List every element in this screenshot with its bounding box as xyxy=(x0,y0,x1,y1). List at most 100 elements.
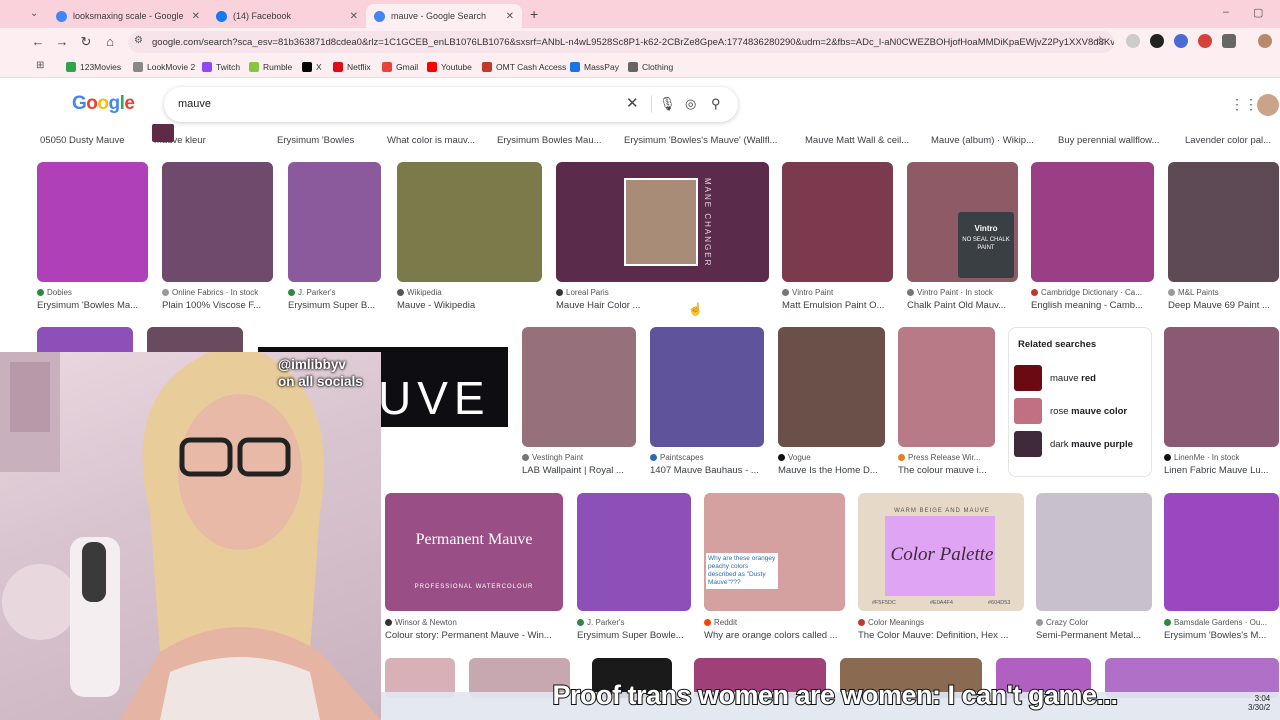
extensions-puzzle-icon[interactable] xyxy=(1222,34,1236,48)
result-source[interactable]: Wikipedia xyxy=(397,287,542,298)
result-caption[interactable]: LAB Wallpaint | Royal ... xyxy=(522,464,636,477)
result-image[interactable] xyxy=(1164,327,1279,447)
result-card[interactable]: Vintro Paint Matt Emulsion Paint O... xyxy=(782,162,893,318)
result-image[interactable] xyxy=(577,493,691,611)
result-caption[interactable]: Why are orange colors called ... xyxy=(704,629,845,642)
apps-grid-icon[interactable]: ⊞ xyxy=(36,60,44,71)
reload-icon[interactable]: ↻ xyxy=(78,34,94,50)
bookmark-item[interactable]: Netflix xyxy=(333,60,371,74)
result-card[interactable]: Press Release Wir... The colour mauve i..… xyxy=(898,327,995,483)
result-image[interactable] xyxy=(782,162,893,282)
result-card[interactable]: Dobies Erysimum 'Bowles Ma... xyxy=(37,162,148,318)
profile-avatar[interactable] xyxy=(1258,34,1272,48)
clear-icon[interactable]: ✕ xyxy=(626,94,639,112)
bookmark-item[interactable]: Youtube xyxy=(427,60,472,74)
bookmark-item[interactable]: 123Movies xyxy=(66,60,121,74)
result-caption[interactable]: Mauve Is the Home D... xyxy=(778,464,885,477)
voice-search-icon[interactable]: 🎙 xyxy=(659,96,676,112)
search-input[interactable]: mauve xyxy=(178,98,211,110)
result-card[interactable]: J. Parker's Erysimum Super B... xyxy=(288,162,381,318)
address-bar[interactable]: google.com/search?sca_esv=81b363871d8cde… xyxy=(128,31,1114,53)
close-icon[interactable]: ✕ xyxy=(192,11,200,22)
bookmark-item[interactable]: LookMovie 2 xyxy=(133,60,195,74)
result-source[interactable]: Color Meanings xyxy=(858,617,1024,628)
lens-search-icon[interactable]: ◎ xyxy=(685,96,696,112)
result-source[interactable]: J. Parker's xyxy=(288,287,381,298)
extension-icon[interactable] xyxy=(1198,34,1212,48)
result-source[interactable]: Dobies xyxy=(37,287,148,298)
result-caption[interactable]: Erysimum Super B... xyxy=(288,299,381,312)
extension-icon[interactable] xyxy=(1150,34,1164,48)
result-source[interactable]: Paintscapes xyxy=(650,452,764,463)
result-caption[interactable]: Erysimum 'Bowles Ma... xyxy=(37,299,148,312)
result-card[interactable]: Wikipedia Mauve - Wikipedia xyxy=(397,162,542,318)
result-caption[interactable]: Deep Mauve 69 Paint ... xyxy=(1168,299,1279,312)
result-card[interactable]: Vestingh Paint LAB Wallpaint | Royal ... xyxy=(522,327,636,483)
google-logo[interactable]: Google xyxy=(72,93,135,115)
result-source[interactable]: Winsor & Newton xyxy=(385,617,563,628)
tab-search-icon[interactable]: ⌄ xyxy=(30,8,38,19)
result-caption[interactable]: The Color Mauve: Definition, Hex ... xyxy=(858,629,1024,642)
result-caption[interactable]: Erysimum 'Bowles's Mauve' (Wallfl... xyxy=(624,134,777,147)
maximize-icon[interactable]: ▢ xyxy=(1253,6,1263,19)
result-source[interactable]: Vintro Paint · In stock xyxy=(907,287,1018,298)
result-image[interactable] xyxy=(704,493,845,611)
result-caption[interactable]: Erysimum Super Bowle... xyxy=(577,629,691,642)
tab-looksmaxing[interactable]: looksmaxing scale - Google Sea ✕ xyxy=(48,4,208,28)
result-caption[interactable]: Plain 100% Viscose F... xyxy=(162,299,273,312)
result-image[interactable] xyxy=(1031,162,1154,282)
result-caption[interactable]: Mauve Hair Color ... xyxy=(556,299,769,312)
tab-facebook[interactable]: (14) Facebook ✕ xyxy=(208,4,366,28)
result-source[interactable]: Online Fabrics · In stock xyxy=(162,287,273,298)
result-thumbnail[interactable] xyxy=(152,124,174,142)
result-caption[interactable]: Mauve (album) · Wikip... xyxy=(931,134,1034,147)
result-card[interactable]: Cambridge Dictionary · Ca... English mean… xyxy=(1031,162,1154,318)
result-card[interactable]: LinenMe · In stock Linen Fabric Mauve Lu.… xyxy=(1164,327,1279,483)
related-search-item[interactable]: dark mauve purple xyxy=(1014,431,1133,457)
bookmark-item[interactable]: X xyxy=(302,60,322,74)
result-source[interactable]: Vintro Paint xyxy=(782,287,893,298)
bookmark-star-icon[interactable]: ☆ xyxy=(1094,33,1106,49)
extension-icon[interactable] xyxy=(1174,34,1188,48)
bookmark-item[interactable]: OMT Cash Access xyxy=(482,60,566,74)
apps-grid-icon[interactable]: ⋮⋮ xyxy=(1230,96,1258,113)
tab-mauve[interactable]: mauve - Google Search ✕ xyxy=(366,4,522,28)
result-caption[interactable]: Colour story: Permanent Mauve - Win... xyxy=(385,629,563,642)
result-caption[interactable]: Lavender color pal... xyxy=(1185,134,1271,147)
result-image[interactable] xyxy=(1164,493,1279,611)
result-source[interactable]: Vestingh Paint xyxy=(522,452,636,463)
result-card[interactable]: M&L Paints Deep Mauve 69 Paint ... xyxy=(1168,162,1279,318)
result-image[interactable] xyxy=(397,162,542,282)
result-image[interactable] xyxy=(1168,162,1279,282)
result-image[interactable] xyxy=(37,162,148,282)
result-caption[interactable]: Mauve Matt Wall & ceil... xyxy=(805,134,909,147)
site-info-icon[interactable]: ⚙ xyxy=(134,35,143,46)
related-search-item[interactable]: mauve red xyxy=(1014,365,1096,391)
new-tab-button[interactable]: + xyxy=(530,6,538,22)
result-image[interactable] xyxy=(650,327,764,447)
result-caption[interactable]: Buy perennial wallflow... xyxy=(1058,134,1159,147)
result-card[interactable]: Crazy Color Semi-Permanent Metal... xyxy=(1036,493,1152,649)
result-source[interactable]: LinenMe · In stock xyxy=(1164,452,1279,463)
result-card[interactable]: Vogue Mauve Is the Home D... xyxy=(778,327,885,483)
result-card[interactable]: Online Fabrics · In stock Plain 100% Visc… xyxy=(162,162,273,318)
bookmark-item[interactable]: Rumble xyxy=(249,60,292,74)
back-icon[interactable]: ← xyxy=(30,34,46,49)
result-source[interactable]: Loreal Paris xyxy=(556,287,769,298)
result-source[interactable]: J. Parker's xyxy=(577,617,691,628)
result-source[interactable]: Reddit xyxy=(704,617,845,628)
result-caption[interactable]: Erysimum 'Bowles's M... xyxy=(1164,629,1279,642)
result-image[interactable] xyxy=(778,327,885,447)
bookmark-item[interactable]: Twitch xyxy=(202,60,240,74)
result-caption[interactable]: 05050 Dusty Mauve xyxy=(40,134,125,147)
result-image[interactable] xyxy=(898,327,995,447)
result-caption[interactable]: Erysimum Bowles Mau... xyxy=(497,134,602,147)
related-search-item[interactable]: rose mauve color xyxy=(1014,398,1127,424)
result-source[interactable]: Cambridge Dictionary · Ca... xyxy=(1031,287,1154,298)
result-image[interactable] xyxy=(385,493,563,611)
result-caption[interactable]: Semi-Permanent Metal... xyxy=(1036,629,1152,642)
bookmark-item[interactable]: MassPay xyxy=(570,60,619,74)
result-card[interactable]: Bamsdale Gardens · Ou... Erysimum 'Bowles… xyxy=(1164,493,1279,649)
extension-icon[interactable] xyxy=(1126,34,1140,48)
result-card[interactable]: Winsor & Newton Colour story: Permanent M… xyxy=(385,493,563,649)
